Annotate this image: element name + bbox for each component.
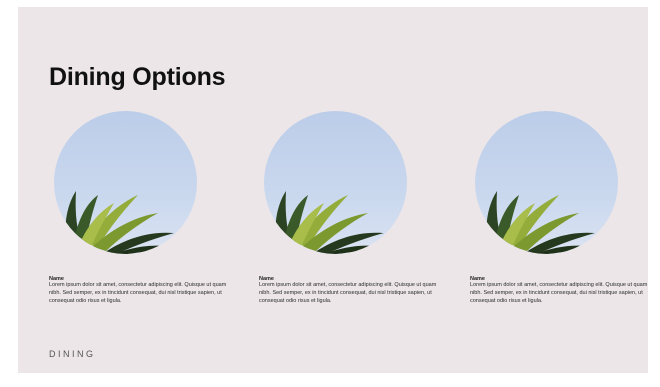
card-description: Lorem ipsum dolor sit amet, consectetur … bbox=[259, 282, 437, 304]
slide-canvas: Dining Options Name Lorem ipsum dolor si… bbox=[18, 7, 648, 373]
footer-label: DINING bbox=[49, 349, 96, 359]
card-description: Lorem ipsum dolor sit amet, consectetur … bbox=[49, 282, 227, 304]
page-title: Dining Options bbox=[49, 63, 226, 91]
palm-leaves-photo bbox=[475, 111, 618, 254]
card-description: Lorem ipsum dolor sit amet, consectetur … bbox=[470, 282, 648, 304]
palm-leaves-photo bbox=[264, 111, 407, 254]
palm-leaves-photo bbox=[54, 111, 197, 254]
